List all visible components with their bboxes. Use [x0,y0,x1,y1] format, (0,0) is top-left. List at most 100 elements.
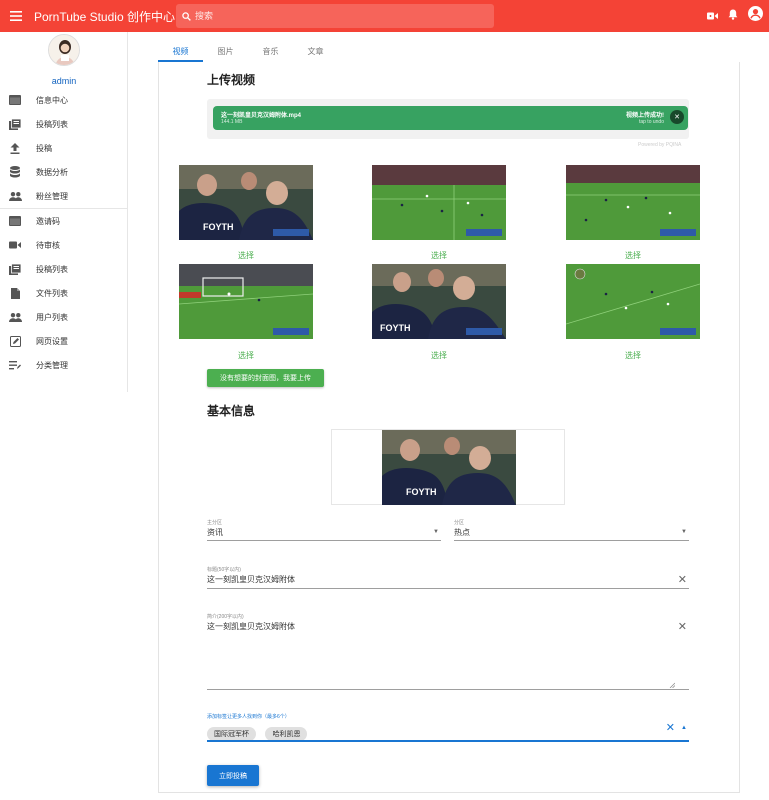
tab-image[interactable]: 图片 [203,40,248,62]
people-icon [8,189,22,203]
sidebar-item-label: 网页设置 [36,336,68,346]
file-uploader[interactable]: 这一刻凯皇贝克汉姆附体.mp4 144.1 MB 视频上传成功! tap to … [207,99,689,139]
sidebar-item-label: 待审核 [36,240,60,250]
upload-icon [8,141,22,155]
sidebar-item-label: 信息中心 [36,95,68,105]
sidebar-item-label: 投稿 [36,143,52,153]
sidebar-item-label: 邀请码 [36,216,60,226]
content-tabs: 视频 图片 音乐 文章 [158,40,338,62]
sidebar-item-web-settings[interactable]: 网页设置 [0,329,128,353]
football-pitch-image [372,165,506,240]
tag-chips: 国际冠军杯 哈利凯恩 [207,723,689,741]
title-field-value[interactable]: 这一刻凯皇贝克汉姆附体 [207,574,689,585]
people-icon [8,310,22,324]
upload-status: 视频上传成功! [626,113,664,119]
menu-icon [10,11,22,21]
cover-thumbnail-2[interactable] [372,165,506,240]
sidebar-item-submissions[interactable]: 投稿列表 [0,112,128,136]
sidebar-item-label: 数据分析 [36,167,68,177]
tags-field-label: 添加标签让更多人找到你（最多6个） [207,714,290,720]
title-field[interactable]: 标题(50字以内) 这一刻凯皇贝克汉姆附体 ✕ [207,566,689,589]
football-pitch-image [566,264,700,339]
sidebar-item-label: 投稿列表 [36,119,68,129]
cover-thumbnail-1[interactable]: FOYTH [179,165,313,240]
search-input[interactable] [195,11,475,21]
tab-music[interactable]: 音乐 [248,40,293,62]
svg-text:FOYTH: FOYTH [380,323,411,333]
tag-chip[interactable]: 哈利凯恩 [265,727,308,741]
resize-handle-icon[interactable] [669,682,675,688]
sidebar-item-label: 投稿列表 [36,264,68,274]
cover-pick-2[interactable]: 选择 [372,250,506,261]
sub-category-select[interactable]: 分区 热点 ▼ [454,519,689,541]
tab-article[interactable]: 文章 [293,40,338,62]
goal-mouth-image [179,264,313,339]
sidebar-item-fans[interactable]: 粉丝管理 [0,184,128,208]
cover-pick-5[interactable]: 选择 [372,350,506,361]
sidebar: admin 信息中心 投稿列表 投稿 数据分析 粉丝管理 邀请码 待审核 投稿列… [0,32,128,392]
tag-chip[interactable]: 国际冠军杯 [207,727,256,741]
account-button[interactable] [748,6,763,26]
menu-button[interactable] [2,0,30,32]
caret-up-icon[interactable]: ▲ [681,725,687,731]
cover-thumbnail-3[interactable] [566,165,700,240]
card-icon [8,214,22,228]
notifications-button[interactable] [728,7,738,25]
video-camera-button[interactable] [707,7,718,25]
intro-field-value[interactable]: 这一刻凯皇贝克汉姆附体 [207,621,689,632]
cover-thumbnail-4[interactable] [179,264,313,339]
avatar[interactable] [48,34,80,66]
close-icon[interactable]: ✕ [670,110,684,124]
sidebar-item-label: 分类管理 [36,360,68,370]
clear-icon[interactable]: ✕ [678,622,687,633]
sidebar-item-invite-codes[interactable]: 邀请码 [0,209,128,233]
clear-icon[interactable]: ✕ [666,723,675,734]
sidebar-item-pending-review[interactable]: 待审核 [0,233,128,257]
sub-category-label: 分区 [454,520,465,526]
account-icon [748,6,763,21]
caret-down-icon: ▼ [433,529,439,535]
caret-down-icon: ▼ [681,529,687,535]
svg-text:FOYTH: FOYTH [406,487,437,497]
cover-thumbnail-5[interactable]: FOYTH [372,264,506,339]
database-icon [8,165,22,179]
submit-button[interactable]: 立即投稿 [207,765,259,786]
sidebar-item-file-list[interactable]: 文件列表 [0,281,128,305]
video-icon [8,238,22,252]
username: admin [51,76,77,86]
upload-filename: 这一刻凯皇贝克汉姆附体.mp4 [221,113,302,119]
search-icon [182,11,191,21]
intro-field[interactable]: 简介(200字以内) 这一刻凯皇贝克汉姆附体 ✕ [207,613,689,690]
library-icon [8,262,22,276]
selected-cover-image: FOYTH [382,430,516,505]
app-title: PornTube Studio 创作中心 [34,9,175,24]
tags-field[interactable]: 添加标签让更多人找到你（最多6个） 国际冠军杯 哈利凯恩 ✕ ▲ [207,713,689,742]
edit-icon [8,334,22,348]
nav-list: 信息中心 投稿列表 投稿 数据分析 粉丝管理 邀请码 待审核 投稿列表 文件列表… [0,88,128,377]
upload-undo[interactable]: tap to undo [639,119,664,125]
cover-pick-6[interactable]: 选择 [566,350,700,361]
sidebar-item-upload[interactable]: 投稿 [0,136,128,160]
celebration-image: FOYTH [372,264,506,339]
cover-thumbnail-6[interactable] [566,264,700,339]
main-category-select[interactable]: 主分区 资讯 ▼ [207,519,441,541]
sidebar-item-categories[interactable]: 分类管理 [0,353,128,377]
search-box[interactable] [176,4,494,28]
bell-icon [728,9,738,20]
avatar-image [49,35,79,65]
sidebar-item-submission-list[interactable]: 投稿列表 [0,257,128,281]
tab-video[interactable]: 视频 [158,40,203,62]
video-camera-icon [707,12,718,20]
upload-cover-button[interactable]: 没有想要的封面图，我要上传 [207,369,324,387]
title-field-label: 标题(50字以内) [207,567,241,573]
sidebar-item-user-list[interactable]: 用户列表 [0,305,128,329]
cover-pick-3[interactable]: 选择 [566,250,700,261]
cover-pick-1[interactable]: 选择 [179,250,313,261]
sidebar-item-analytics[interactable]: 数据分析 [0,160,128,184]
main-category-value: 资讯 [207,528,223,537]
cover-pick-4[interactable]: 选择 [179,350,313,361]
upload-section-title: 上传视频 [207,73,256,87]
football-pitch-image [566,165,700,240]
clear-icon[interactable]: ✕ [678,575,687,586]
sidebar-item-info-center[interactable]: 信息中心 [0,88,128,112]
